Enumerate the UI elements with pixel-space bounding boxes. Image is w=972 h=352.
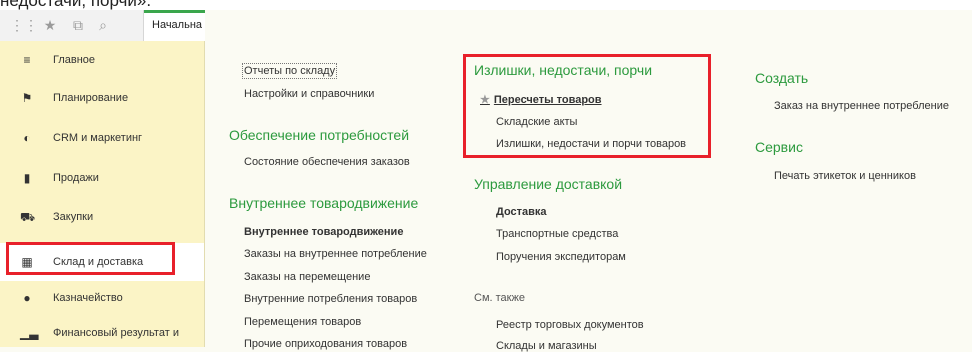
section-title: Сервис [755, 139, 803, 155]
sidebar-item-label: Продажи [53, 172, 99, 184]
sidebar-item-main[interactable]: ≡ Главное [0, 41, 204, 79]
highlight-box-sidebar [6, 242, 175, 275]
section-title: См. также [474, 292, 525, 304]
bag-icon: ▮ [23, 171, 31, 185]
sidebar-item-label: Казначейство [53, 292, 123, 304]
sidebar-item-purchases[interactable]: ⛟ Закупки [0, 198, 204, 236]
link-stock-reports[interactable]: Отчеты по складу [241, 63, 338, 79]
cart-icon: ⛟ [20, 210, 36, 224]
sidebar-item-crm[interactable]: ◐ CRM и маркетинг [0, 119, 204, 157]
link-delivery[interactable]: Доставка [496, 206, 547, 218]
link-other-receipts[interactable]: Прочие оприходования товаров [244, 338, 407, 350]
link-settings-catalogs[interactable]: Настройки и справочники [244, 88, 374, 100]
sidebar: ≡ Главное ⚑ Планирование ◐ CRM и маркети… [0, 41, 205, 347]
highlight-box-section [463, 54, 711, 158]
history-icon[interactable]: ⧉ [68, 10, 88, 40]
link-forwarder-orders[interactable]: Поручения экспедиторам [496, 251, 626, 263]
link-transfer-orders[interactable]: Заказы на перемещение [244, 271, 370, 283]
star-icon[interactable]: ★ [40, 10, 60, 40]
section-title: Внутреннее товародвижение [229, 195, 419, 211]
link-order-provision-state[interactable]: Состояние обеспечения заказов [244, 156, 410, 168]
tab-active-bar [144, 10, 205, 13]
section-title: Создать [755, 70, 809, 86]
sidebar-item-sales[interactable]: ▮ Продажи [0, 159, 204, 197]
link-internal-consumption[interactable]: Внутренние потребления товаров [244, 293, 417, 305]
menu-icon: ≡ [23, 53, 31, 67]
link-create-internal-consumption-order[interactable]: Заказ на внутреннее потребление [774, 100, 949, 112]
link-internal-movement[interactable]: Внутреннее товародвижение [244, 226, 403, 238]
section-title: Обеспечение потребностей [229, 127, 410, 143]
tab-home-label: Начальна [152, 19, 203, 31]
tab-home[interactable]: Начальна [143, 10, 205, 41]
crm-icon: ◐ [23, 131, 31, 145]
sidebar-item-treasury[interactable]: ● Казначейство [0, 279, 204, 317]
link-goods-transfers[interactable]: Перемещения товаров [244, 316, 361, 328]
sidebar-item-label: Планирование [53, 92, 129, 104]
link-vehicles[interactable]: Транспортные средства [496, 228, 618, 240]
toolbar: ⋮⋮ ★ ⧉ ⌕ Начальна [0, 10, 205, 42]
apps-grid-icon[interactable]: ⋮⋮ [10, 10, 38, 40]
search-icon[interactable]: ⌕ [93, 10, 113, 40]
caption-fragment: недостачи, порчи». [0, 0, 972, 10]
sidebar-item-planning[interactable]: ⚑ Планирование [0, 79, 204, 117]
chart-icon: ▁▃ [20, 326, 39, 340]
link-warehouses-stores[interactable]: Склады и магазины [496, 340, 597, 352]
link-trade-documents-registry[interactable]: Реестр торговых документов [496, 319, 644, 331]
sidebar-item-label: Финансовый результат и [53, 327, 179, 339]
link-print-labels-prices[interactable]: Печать этикеток и ценников [774, 170, 916, 182]
planning-icon: ⚑ [21, 91, 33, 105]
treasury-icon: ● [23, 291, 31, 305]
link-internal-consumption-orders[interactable]: Заказы на внутреннее потребление [244, 248, 427, 260]
sidebar-item-label: CRM и маркетинг [53, 132, 143, 144]
sidebar-item-finance[interactable]: ▁▃ Финансовый результат и [0, 314, 204, 352]
sidebar-item-label: Закупки [53, 211, 94, 223]
caption-text: недостачи, порчи». [0, 0, 152, 10]
sidebar-item-label: Главное [53, 54, 96, 66]
section-title: Управление доставкой [474, 176, 623, 192]
